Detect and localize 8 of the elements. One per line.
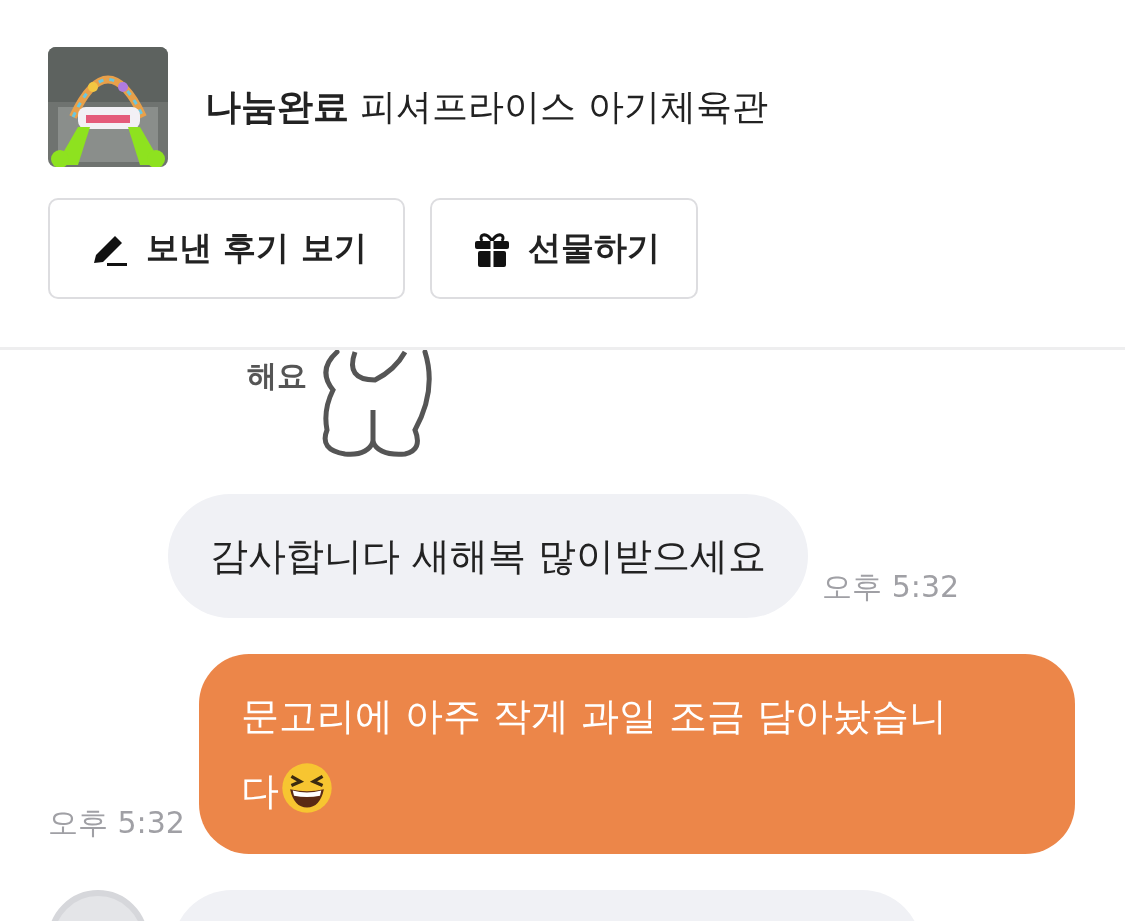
sticker-caption: 해요 (247, 357, 307, 395)
action-button[interactable]: 보낸 후기 보기 (48, 198, 405, 299)
message-bubble: 문고리에 아주 작게 과일 조금 담아놨습니다 (198, 654, 1075, 854)
message-bubble: 감사합니다 새해복 많이받으세요 (168, 494, 809, 618)
message-time: 오후 5:32 (48, 804, 185, 842)
message-time: 오후 5:32 (822, 568, 960, 606)
product-title: 나눔완료 피셔프라이스 아기체육관 (205, 84, 768, 129)
action-button[interactable]: 선물하기 (430, 198, 698, 299)
